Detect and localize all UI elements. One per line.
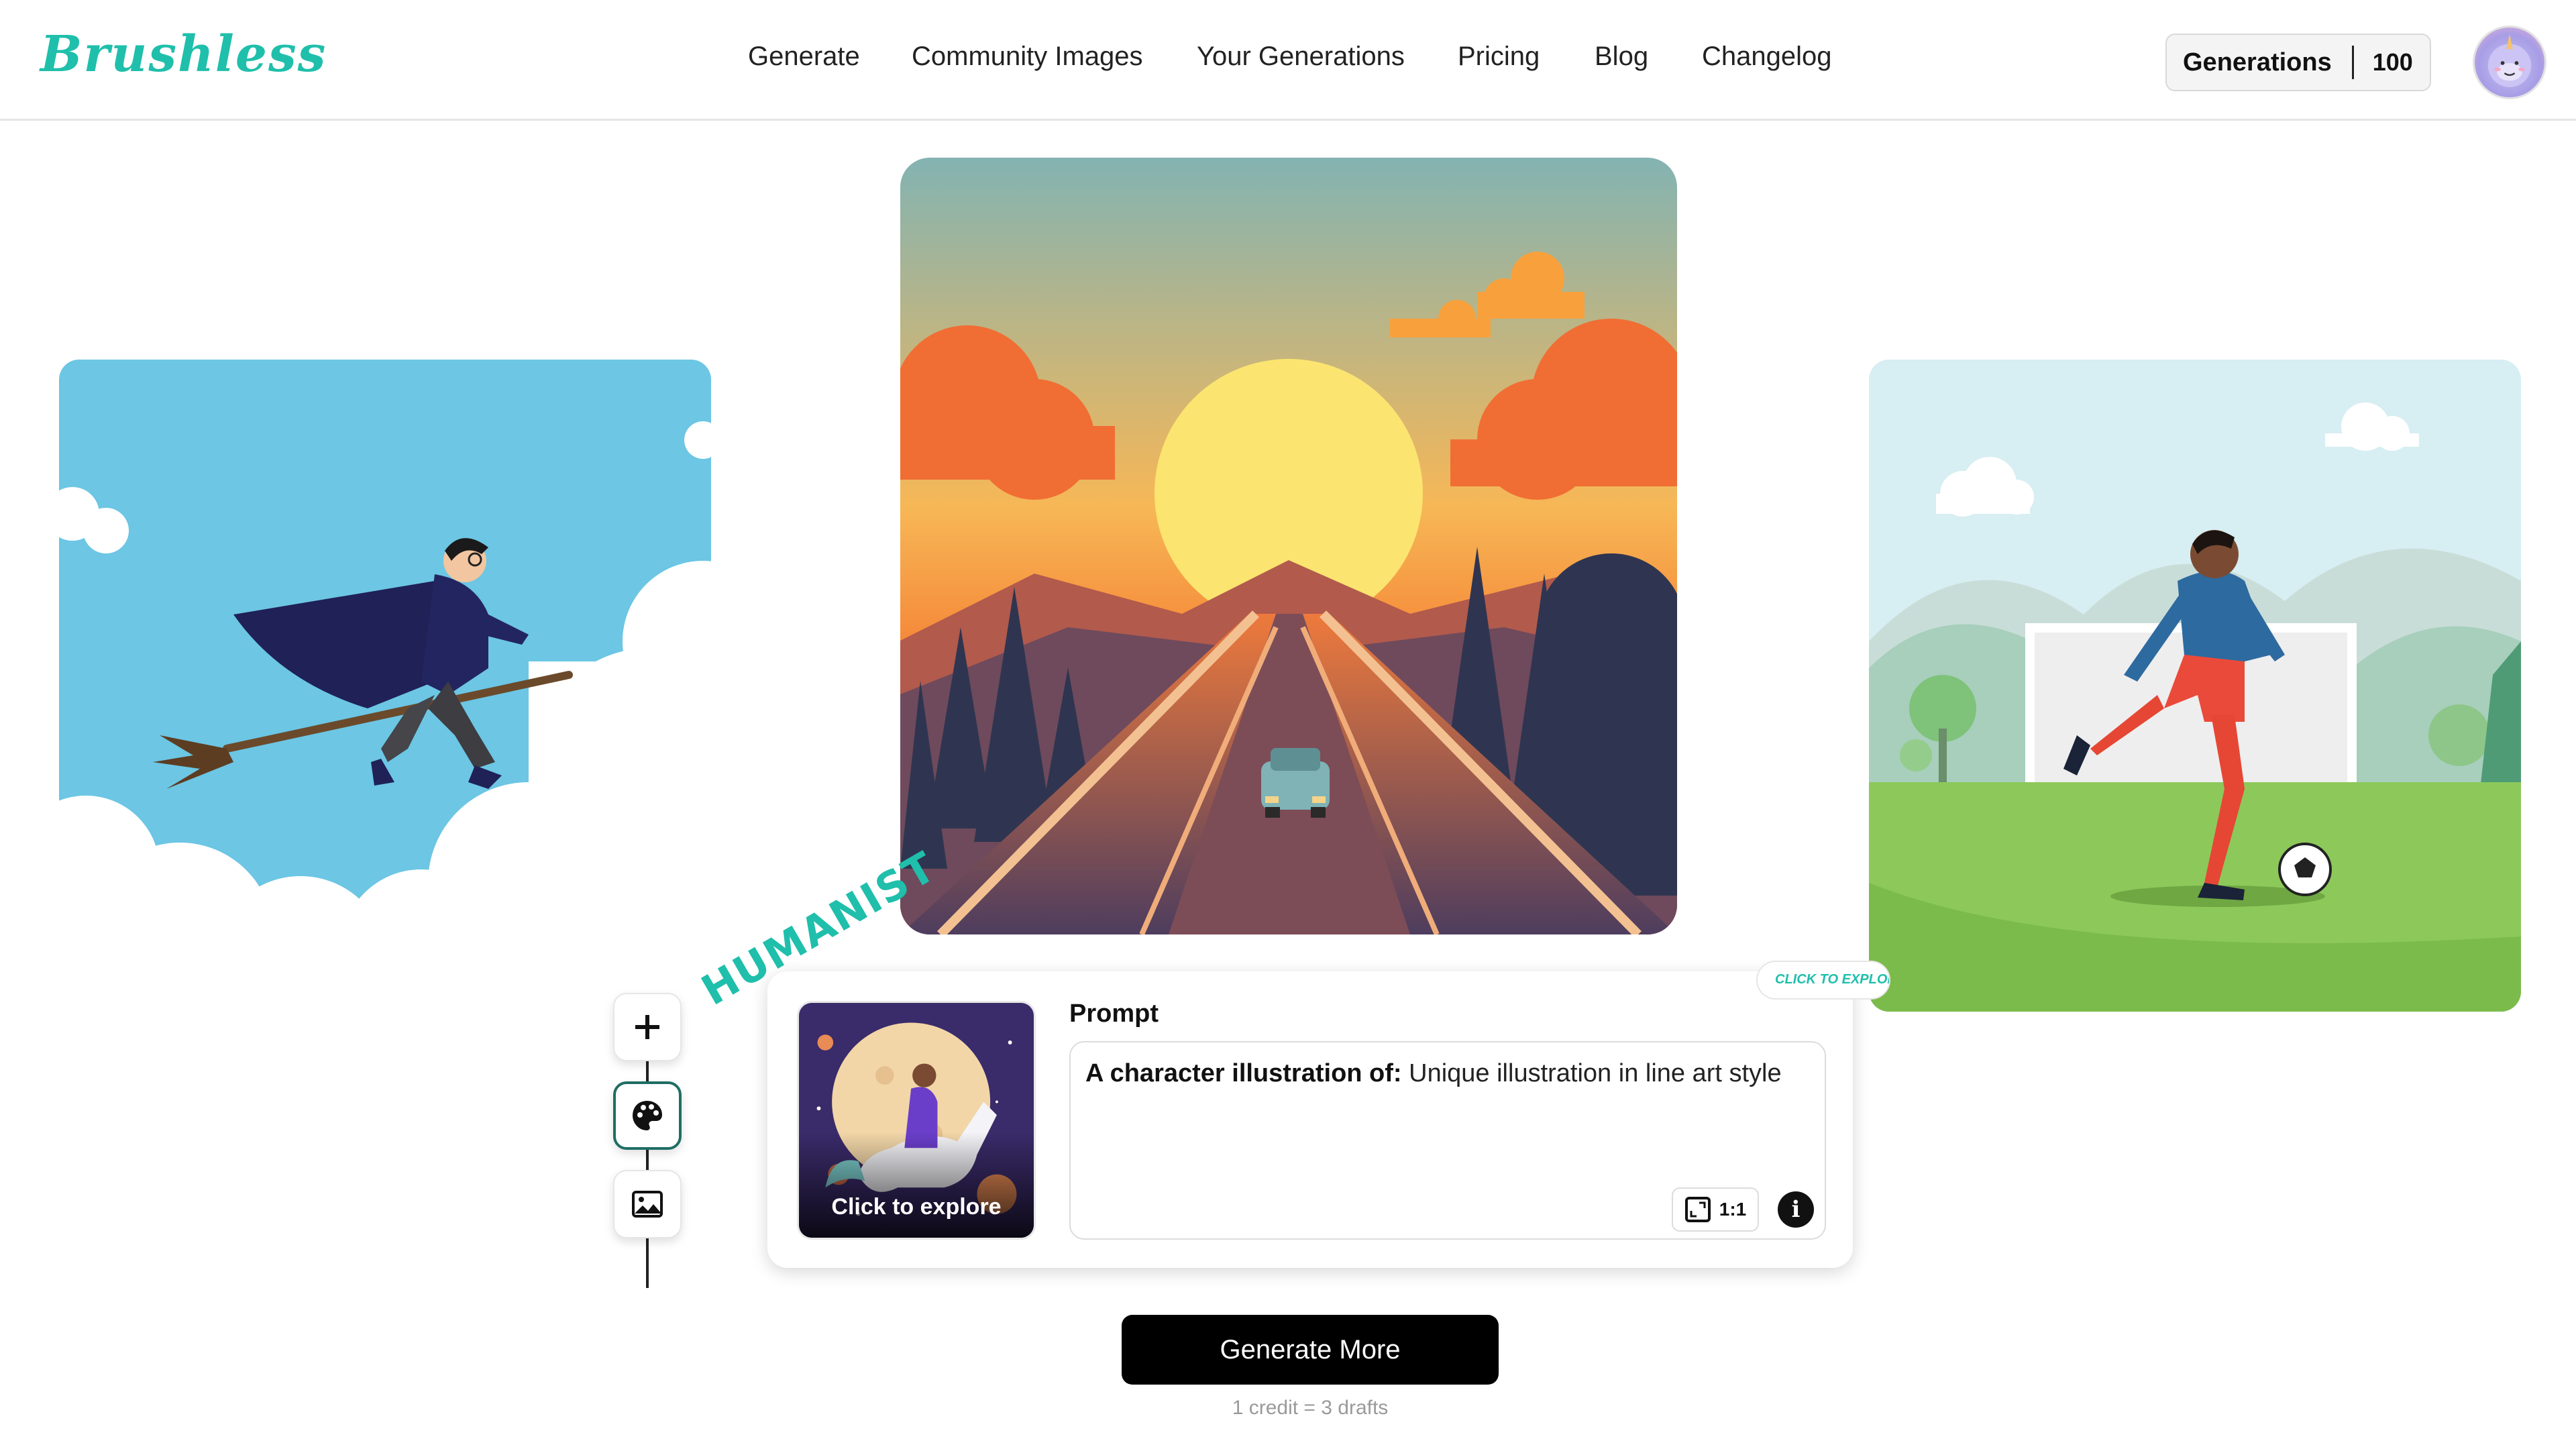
nav-your-generations[interactable]: Your Generations	[1197, 42, 1405, 72]
prompt-prefix: A character illustration of:	[1085, 1059, 1402, 1087]
soccer-player-image[interactable]	[1869, 360, 2521, 1012]
aspect-ratio-value: 1:1	[1719, 1199, 1747, 1220]
style-thumbnail[interactable]: Click to explore	[797, 1001, 1036, 1240]
generations-counter[interactable]: Generations 100	[2165, 34, 2431, 91]
prompt-text: Unique illustration in line art style	[1409, 1059, 1782, 1087]
explore-styles-hint[interactable]: CLICK TO EXPLORE	[1756, 961, 1890, 1000]
palette-icon	[633, 1101, 662, 1130]
generations-divider	[2351, 46, 2354, 79]
generations-label: Generations	[2183, 48, 2332, 76]
sunset-road-image[interactable]	[900, 158, 1677, 934]
nav-blog[interactable]: Blog	[1595, 42, 1648, 72]
nav-community-images[interactable]: Community Images	[912, 42, 1143, 72]
add-button[interactable]	[613, 993, 682, 1061]
thumbnail-caption: Click to explore	[831, 1194, 1002, 1220]
nav-generate[interactable]: Generate	[748, 42, 860, 72]
image-icon	[632, 1191, 663, 1218]
generations-count: 100	[2372, 48, 2413, 76]
soccer-illustration	[1869, 360, 2521, 1012]
nav-pricing[interactable]: Pricing	[1458, 42, 1540, 72]
wizard-on-broom-image[interactable]	[59, 360, 711, 1012]
info-icon[interactable]: i	[1778, 1191, 1814, 1228]
prompt-label: Prompt	[1069, 1000, 1159, 1028]
top-navigation-bar: Brushless Generate Community Images Your…	[0, 0, 2576, 121]
aspect-ratio-button[interactable]: 1:1	[1672, 1187, 1759, 1232]
generate-more-button[interactable]: Generate More	[1122, 1315, 1499, 1385]
style-button[interactable]	[613, 1081, 682, 1150]
user-avatar[interactable]	[2473, 25, 2546, 99]
aspect-ratio-icon	[1684, 1197, 1711, 1222]
credit-note: 1 credit = 3 drafts	[1232, 1397, 1389, 1419]
wizard-illustration	[59, 360, 711, 1012]
plus-icon	[635, 1015, 659, 1039]
image-upload-button[interactable]	[613, 1170, 682, 1238]
nav-changelog[interactable]: Changelog	[1702, 42, 1832, 72]
sunset-road-illustration	[900, 158, 1677, 934]
unicorn-avatar-icon	[2487, 34, 2532, 87]
